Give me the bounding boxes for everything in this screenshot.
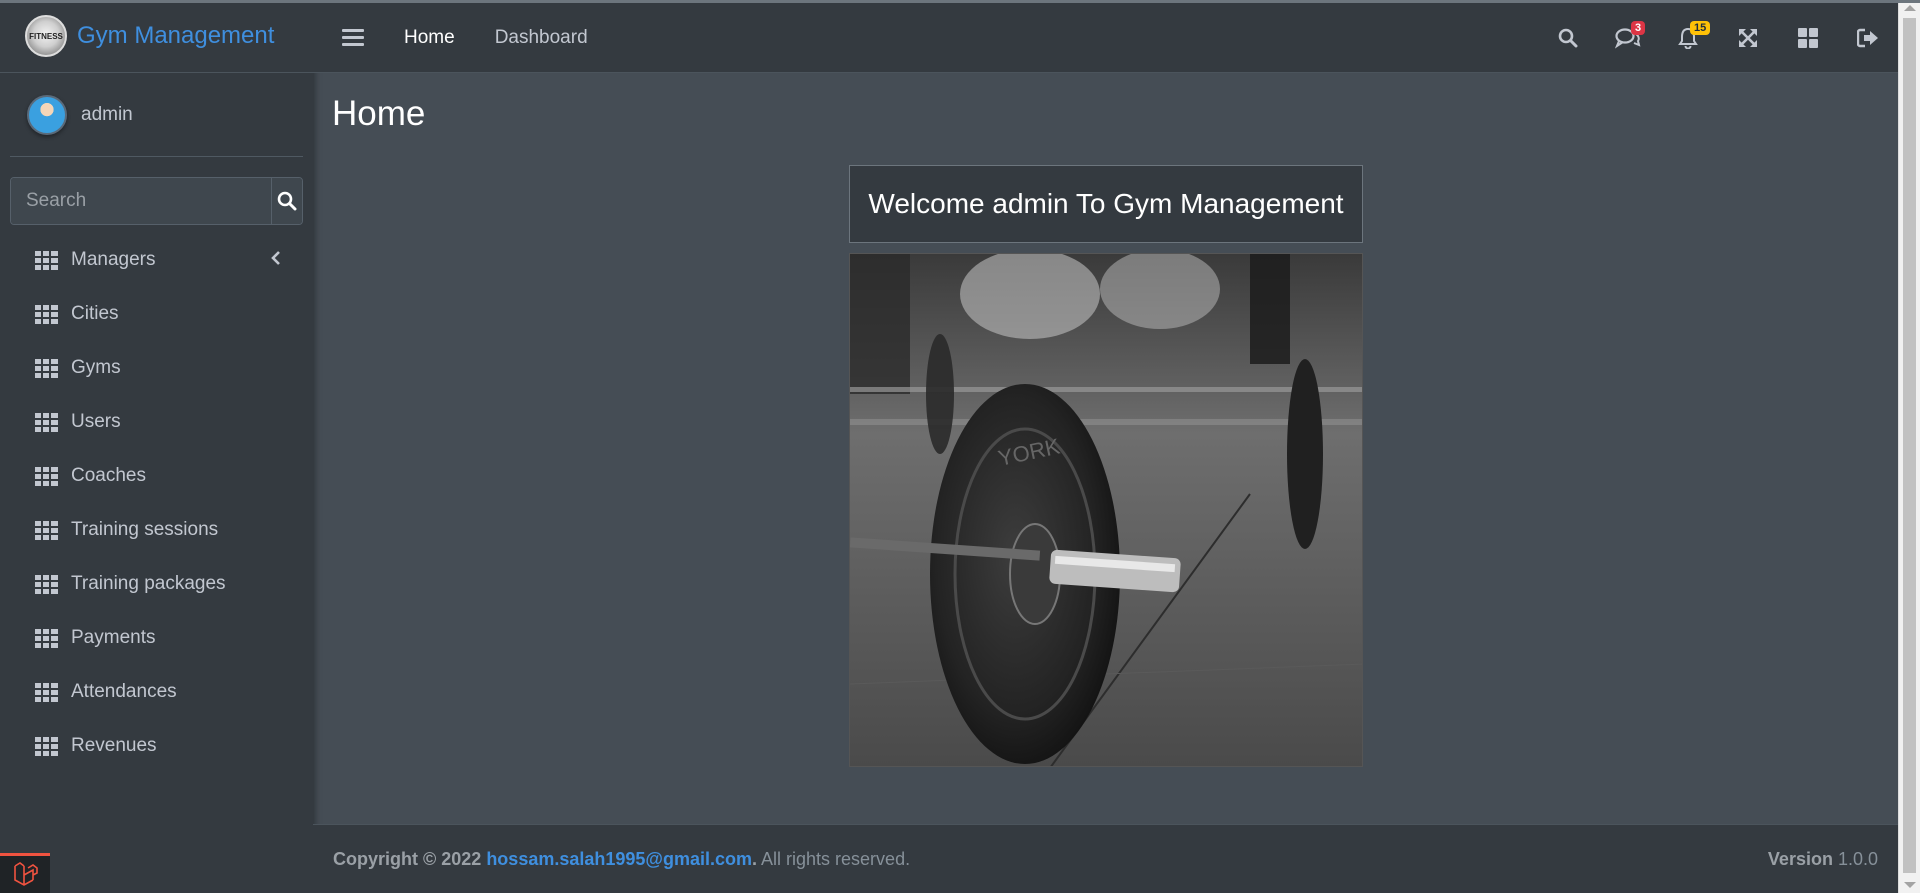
sidebar-item-label: Managers [71,249,156,270]
brand-logo: FITNESS [25,15,67,57]
navbar-right-icons: 3 15 [1538,3,1898,73]
page-scrollbar[interactable] [1898,0,1920,893]
nav-link-dashboard[interactable]: Dashboard [495,27,588,49]
welcome-card: Welcome admin To Gym Management [849,165,1363,243]
sidebar-nav: Managers Cities Gyms Users Coaches Train… [0,233,313,773]
window-top-border [0,0,1920,3]
footer-copyright-prefix: Copyright © 2022 [333,848,487,869]
sidebar-toggle-button[interactable] [342,25,364,50]
table-icon [35,574,58,594]
notifications-button[interactable]: 15 [1658,3,1718,73]
debugbar-toggle[interactable] [0,853,50,893]
sidebar-item-label: Cities [71,303,119,324]
expand-arrows-icon [1739,29,1757,47]
sidebar-item-label: Training sessions [71,519,219,540]
footer-version-label: Version [1767,848,1833,869]
fullscreen-button[interactable] [1718,3,1778,73]
footer-email-link[interactable]: hossam.salah1995@gmail.com [486,849,752,869]
notifications-badge: 15 [1690,21,1711,35]
table-icon [35,250,58,270]
sidebar-item-cities[interactable]: Cities [0,287,313,341]
sidebar-item-payments[interactable]: Payments [0,611,313,665]
sidebar-item-label: Users [71,411,121,432]
table-icon [35,304,58,324]
sidebar-item-label: Attendances [71,681,177,702]
top-navbar: Home Dashboard 3 15 [313,3,1898,73]
brand-link[interactable]: FITNESS Gym Management [0,0,313,73]
user-avatar [27,94,67,135]
main-footer: Copyright © 2022 hossam.salah1995@gmail.… [313,824,1898,893]
welcome-text: Welcome admin To Gym Management [868,188,1344,219]
hero-image: YORK [849,253,1363,767]
page-title: Home [332,94,426,133]
sign-out-icon [1857,28,1878,48]
table-icon [35,412,58,432]
navbar-search-button[interactable] [1538,3,1598,73]
sidebar-item-training-sessions[interactable]: Training sessions [0,503,313,557]
messages-badge: 3 [1631,21,1646,35]
user-name[interactable]: admin [81,104,133,126]
control-sidebar-button[interactable] [1778,3,1838,73]
nav-link-home[interactable]: Home [404,27,455,49]
messages-button[interactable]: 3 [1598,3,1658,73]
table-icon [35,682,58,702]
scroll-down-arrow[interactable] [1904,882,1916,888]
brand-logo-text: FITNESS [29,31,63,41]
brand-title: Gym Management [77,22,275,49]
table-icon [35,520,58,540]
sidebar-item-label: Revenues [71,735,157,756]
table-icon [35,736,58,756]
th-large-icon [1798,28,1818,48]
sidebar-item-managers[interactable]: Managers [0,233,313,287]
sidebar-item-label: Training packages [71,573,226,594]
footer-version: Version 1.0.0 [1768,849,1878,870]
table-icon [35,628,58,648]
table-icon [35,466,58,486]
search-icon [277,191,297,211]
sidebar-item-revenues[interactable]: Revenues [0,719,313,773]
sidebar-item-training-packages[interactable]: Training packages [0,557,313,611]
footer-version-value: 1.0.0 [1832,848,1878,869]
sidebar-item-label: Gyms [71,357,121,378]
sidebar-search-input[interactable] [11,178,271,224]
footer-rights: All rights reserved. [757,848,911,869]
sidebar: FITNESS Gym Management admin Managers Ci… [0,0,313,893]
sidebar-item-gyms[interactable]: Gyms [0,341,313,395]
scrollbar-thumb[interactable] [1903,18,1916,873]
search-icon [1558,28,1578,48]
scroll-up-arrow[interactable] [1904,5,1916,11]
sidebar-search [10,177,303,225]
sidebar-item-users[interactable]: Users [0,395,313,449]
sidebar-item-label: Coaches [71,465,146,486]
sidebar-item-coaches[interactable]: Coaches [0,449,313,503]
barbell-illustration: YORK [850,254,1362,766]
sidebar-search-button[interactable] [271,178,302,224]
sidebar-item-attendances[interactable]: Attendances [0,665,313,719]
footer-copyright: Copyright © 2022 hossam.salah1995@gmail.… [333,849,910,870]
content-wrapper: Home Welcome admin To Gym Management YOR… [313,74,1898,824]
user-panel[interactable]: admin [10,73,303,157]
laravel-icon [14,861,38,886]
logout-button[interactable] [1838,3,1898,73]
sidebar-item-label: Payments [71,627,156,648]
chevron-left-icon[interactable] [271,251,281,265]
table-icon [35,358,58,378]
